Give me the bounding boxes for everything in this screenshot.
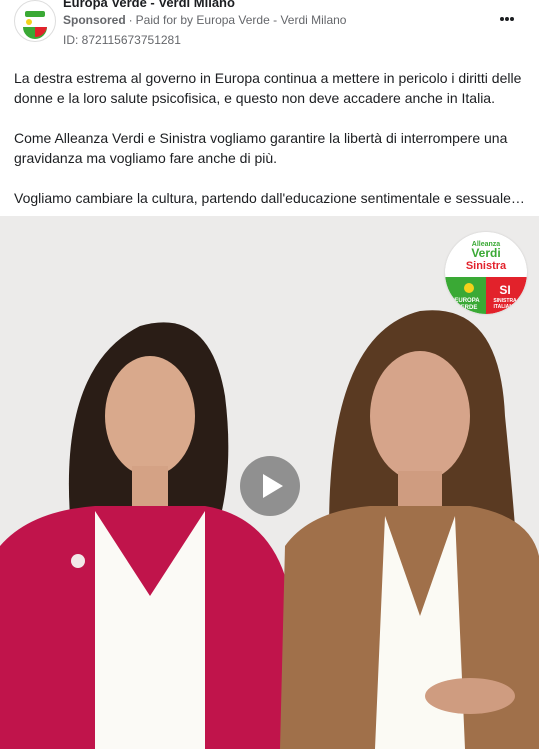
post-paragraph: Come Alleanza Verdi e Sinistra vogliamo … [14,130,508,166]
logo-line2: Verdi [471,246,500,260]
post-header: Europa Verde - Verdi Milano Sponsored · Pa… [0,0,539,52]
sponsored-line: Sponsored · Paid for by Europa Verde - Ver… [63,13,347,27]
more-horizontal-icon [500,17,514,21]
play-button[interactable] [240,456,300,516]
avs-logo-icon [16,2,54,40]
sponsored-label: Sponsored [63,13,126,27]
payer-name[interactable]: Europa Verde - Verdi Milano [196,13,346,27]
post-paragraph: La destra estrema al governo in Europa c… [14,70,522,106]
post-paragraph: Vogliamo cambiare la cultura, partendo d… [14,190,525,206]
ad-id: ID: 872115673751281 [63,33,181,47]
avs-party-logo: Alleanza Verdi Sinistra EUROPA VERDE SI … [445,232,527,314]
party-logo-icon: Alleanza Verdi Sinistra EUROPA VERDE SI … [445,232,527,314]
logo-left-text1: EUROPA [454,298,480,304]
play-icon [263,474,283,498]
video-player[interactable]: Alleanza Verdi Sinistra EUROPA VERDE SI … [0,216,539,749]
logo-right-text1: SI [499,283,510,297]
more-options-button[interactable] [495,9,519,29]
logo-line3: Sinistra [466,260,507,272]
page-name-link[interactable]: Europa Verde - Verdi Milano [63,0,235,10]
page-avatar[interactable] [14,0,56,42]
post-body-text: La destra estrema al governo in Europa c… [14,68,526,228]
paid-for-prefix: Paid for by [135,13,194,27]
